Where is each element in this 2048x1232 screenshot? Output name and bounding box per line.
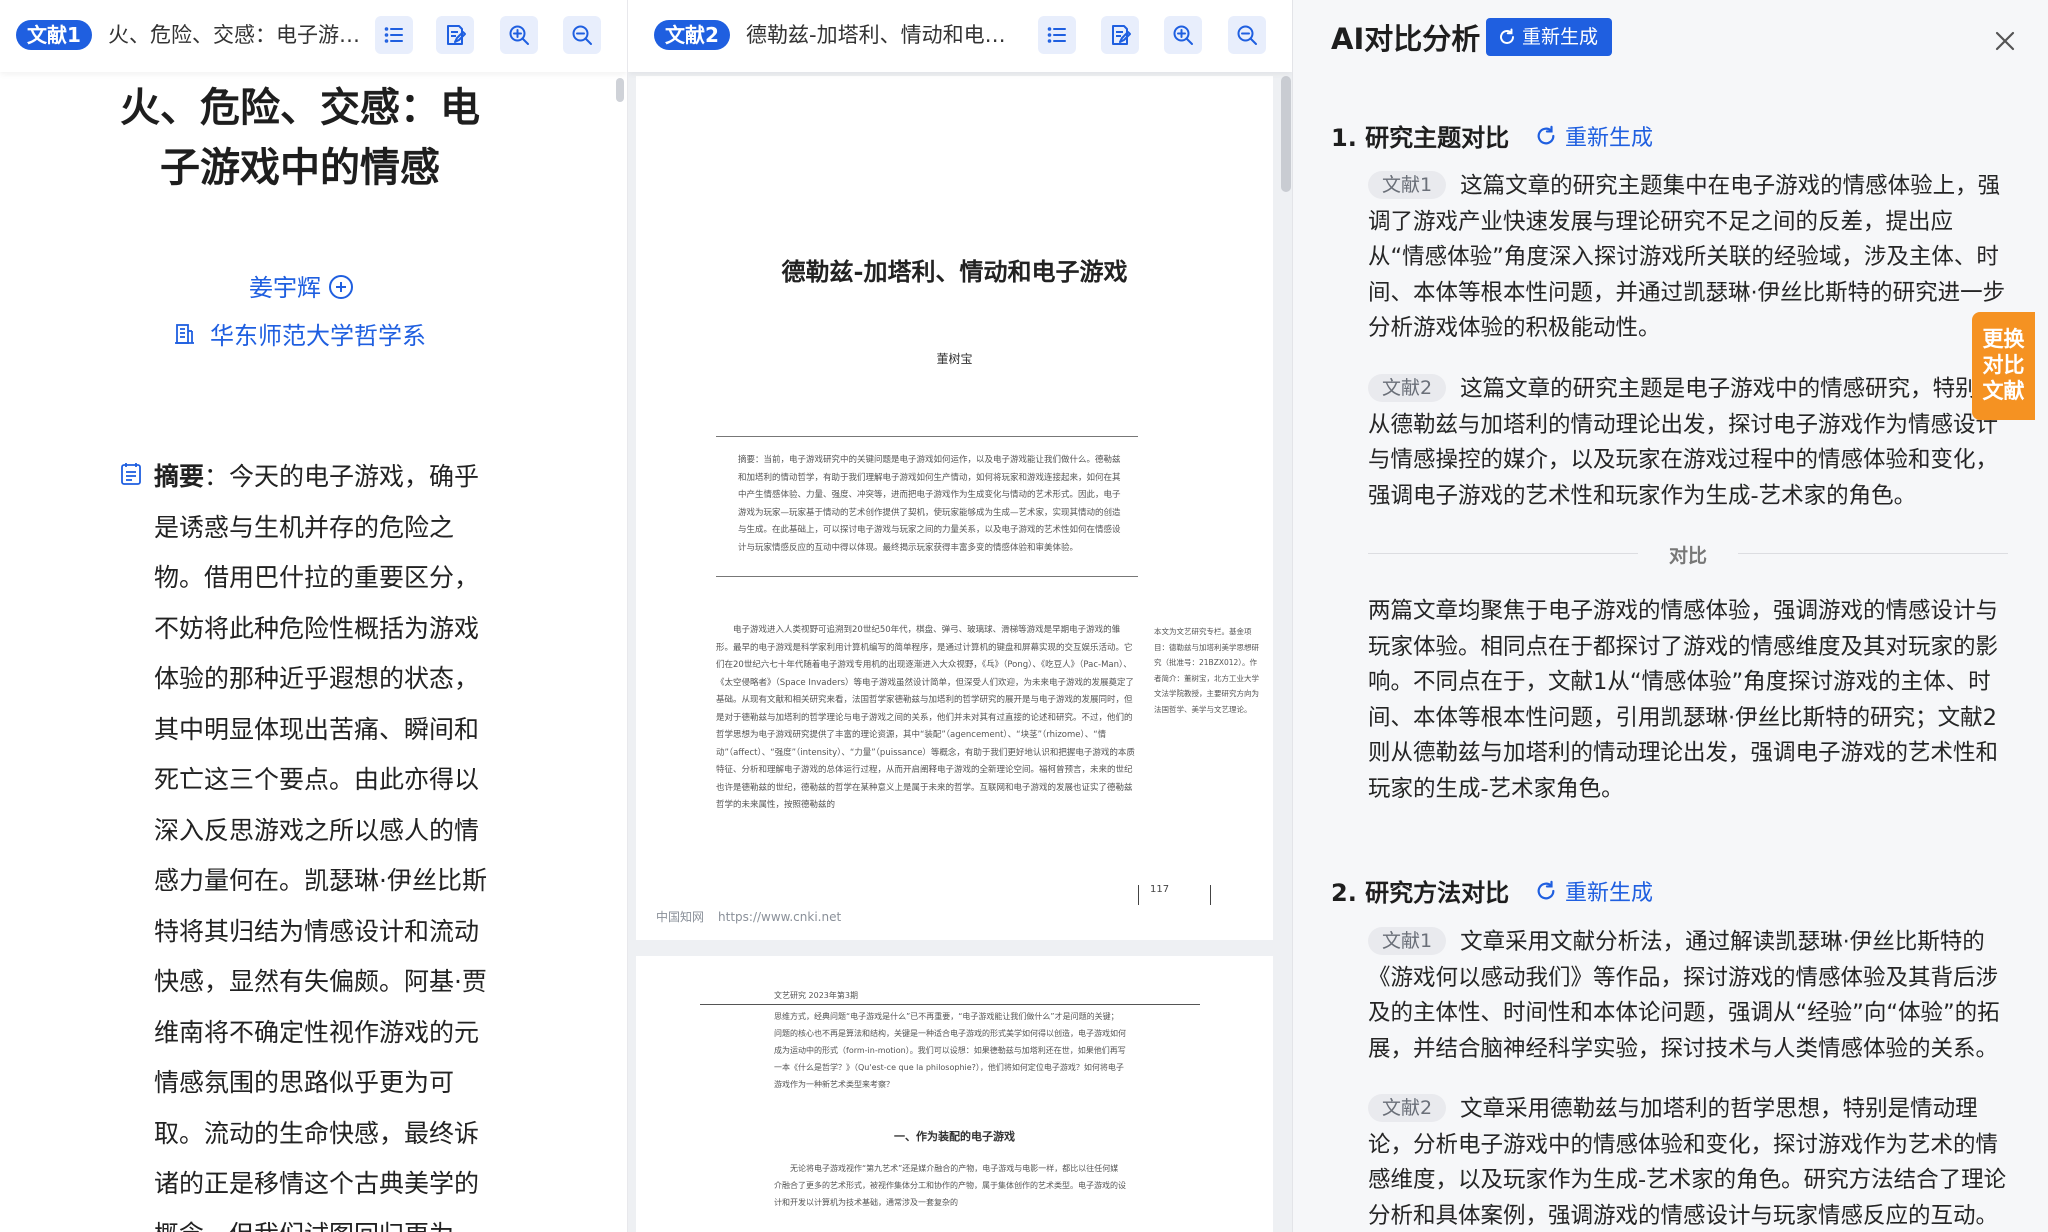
doc2-body: 电子游戏进入人类视野可追溯到20世纪50年代，棋盘、弹弓、玻璃球、滑梯等游戏是早… <box>716 625 1135 810</box>
doc1-author[interactable]: 姜宇辉 <box>249 274 321 302</box>
doc1-affiliation-line: 华东师范大学哲学系 <box>172 316 426 351</box>
doc1-abstract: 摘要：今天的电子游戏，确乎是诱惑与生机并存的危险之物。借用巴什拉的重要区分，不妨… <box>154 452 494 1232</box>
compare-label: 对比 <box>1668 545 1707 567</box>
doc2-zoom-in-button[interactable] <box>1164 16 1202 54</box>
page2-header-rule <box>700 1004 1200 1005</box>
list-icon <box>384 27 403 43</box>
ai-header: AI对比分析 重新生成 <box>1293 0 2048 76</box>
close-icon[interactable] <box>1994 30 2016 52</box>
doc2-tag: 文献2 <box>654 20 730 50</box>
doc2-chip: 文献2 <box>1368 1094 1447 1122</box>
doc1-content: 火、危险、交感：电子游戏中的情感 姜宇辉 华东师范大学哲学系 摘要：今天的电子游… <box>0 72 610 1232</box>
ai-analysis-panel: AI对比分析 重新生成 1. 研究主题对比 重新生成 文献1 这篇文章的研究主题集… <box>1293 0 2048 1232</box>
doc2-page2-section: 一、作为装配的电子游戏 <box>894 1130 1015 1143</box>
page-number-bar-left <box>1138 885 1139 905</box>
section1-doc2-text: 这篇文章的研究主题是电子游戏中的情感研究，特别是从德勒兹与加塔利的情动理论出发，… <box>1368 376 2001 509</box>
section1-heading: 1. 研究主题对比 <box>1331 124 1510 152</box>
doc2-toolbar-title: 德勒兹-加塔利、情动和电子游戏 <box>746 23 1016 47</box>
regenerate-all-button[interactable]: 重新生成 <box>1486 18 1613 56</box>
doc2-page-number: 117 <box>1150 884 1170 895</box>
note-icon <box>447 25 466 45</box>
page-number-bar-right <box>1210 885 1211 905</box>
cnki-site: 中国知网 <box>656 910 705 924</box>
doc2-page-title: 德勒兹-加塔利、情动和电子游戏 <box>781 257 1128 286</box>
section2-regenerate-button[interactable]: 重新生成 <box>1535 875 1653 907</box>
zoom-out-icon <box>572 25 592 45</box>
doc2-note-button[interactable] <box>1101 16 1139 54</box>
doc2-zoom-out-button[interactable] <box>1228 16 1266 54</box>
cnki-url[interactable]: https://www.cnki.net <box>718 910 841 924</box>
section2-doc1-para: 文献1 文章采用文献分析法，通过解读凯瑟琳·伊丝比斯特的《游戏何以感动我们》等作品… <box>1368 925 2008 1067</box>
refresh-icon <box>1500 28 1514 44</box>
section1-doc1-para: 文献1 这篇文章的研究主题集中在电子游戏的情感体验上，强调了游戏产业快速发展与理论… <box>1368 169 2008 347</box>
section1-doc2-para: 文献2 这篇文章的研究主题是电子游戏中的情感研究，特别是从德勒兹与加塔利的情动理论… <box>1368 372 2008 514</box>
doc1-author-line: 姜宇辉 <box>0 268 602 303</box>
doc2-page2-text2: 无论将电子游戏视作“第九艺术”还是媒介融合的产物，电子游戏与电影一样，都比以往任… <box>774 1164 1126 1207</box>
refresh-icon <box>1537 880 1555 900</box>
doc2-page-author: 董树宝 <box>936 352 973 366</box>
doc1-note-button[interactable] <box>436 16 474 54</box>
doc2-page-1: 德勒兹-加塔利、情动和电子游戏 董树宝 摘要：当前，电子游戏研究中的关键问题是电… <box>636 76 1273 940</box>
doc2-footer: 中国知网 https://www.cnki.net <box>656 908 855 925</box>
regenerate-all-label: 重新生成 <box>1522 26 1599 48</box>
doc2-abstract: 摘要：当前，电子游戏研究中的关键问题是电子游戏如何运作，以及电子游戏能让我们做什… <box>738 455 1121 553</box>
section2-regenerate-label: 重新生成 <box>1565 881 1654 906</box>
zoom-in-icon <box>1173 25 1193 45</box>
float-tab-line2: 对比 <box>1982 353 2025 377</box>
section2-doc1-text: 文章采用文献分析法，通过解读凯瑟琳·伊丝比斯特的《游戏何以感动我们》等作品，探讨… <box>1368 929 2000 1062</box>
doc2-page2-text: 思维方式，经典问题“电子游戏是什么”已不再重要，“电子游戏能让我们做什么”才是问… <box>774 1012 1126 1089</box>
section1-compare-text: 两篇文章均聚焦于电子游戏的情感体验，强调游戏的情感设计与玩家体验。相同点在于都探… <box>1368 598 1999 802</box>
doc2-page2-header: 文艺研究 2023年第3期 <box>774 991 858 1000</box>
doc1-title: 火、危险、交感：电子游戏中的情感 <box>120 85 480 191</box>
section2-heading: 2. 研究方法对比 <box>1331 879 1510 907</box>
doc1-toolbar-title: 火、危险、交感：电子游戏中的情感 <box>108 23 374 47</box>
section1-doc1-text: 这篇文章的研究主题集中在电子游戏的情感体验上，强调了游戏产业快速发展与理论研究不… <box>1368 173 2006 341</box>
compare-divider: 对比 <box>1368 545 2008 567</box>
zoom-in-icon <box>509 25 529 45</box>
doc2-side-note: 本文为文艺研究专栏。基金项目：德勒兹与加塔利美学思想研究（批准号：21BZX01… <box>1154 627 1259 714</box>
list-icon <box>1047 27 1066 43</box>
doc1-chip: 文献1 <box>1368 927 1447 955</box>
section1-regenerate-button[interactable]: 重新生成 <box>1535 120 1653 152</box>
doc2-scrollbar[interactable] <box>1281 76 1291 192</box>
section2-doc2-text: 文章采用德勒兹与加塔利的哲学思想，特别是情动理论，分析电子游戏中的情感体验和变化… <box>1368 1096 2007 1229</box>
refresh-icon <box>1537 125 1555 145</box>
doc2-chip: 文献2 <box>1368 374 1447 402</box>
doc2-panel: 文献2 德勒兹-加塔利、情动和电子游戏 德勒兹-加塔利、情动和电子游戏 董树宝 … <box>628 0 1293 1232</box>
doc2-outline-button[interactable] <box>1038 16 1076 54</box>
doc1-tag: 文献1 <box>16 20 92 50</box>
doc1-zoom-out-button[interactable] <box>563 16 601 54</box>
rule-top <box>716 436 1138 437</box>
doc1-scrollbar[interactable] <box>616 78 624 102</box>
doc1-chip: 文献1 <box>1368 171 1447 199</box>
section2-doc2-para: 文献2 文章采用德勒兹与加塔利的哲学思想，特别是情动理论，分析电子游戏中的情感体验… <box>1368 1092 2008 1232</box>
doc2-toolbar: 文献2 德勒兹-加塔利、情动和电子游戏 <box>628 0 1292 72</box>
building-icon <box>175 323 194 344</box>
zoom-out-icon <box>1237 25 1257 45</box>
doc1-toolbar: 文献1 火、危险、交感：电子游戏中的情感 <box>0 0 627 72</box>
ai-title: AI对比分析 <box>1331 22 1481 56</box>
doc1-panel: 文献1 火、危险、交感：电子游戏中的情感 火、危险、交感：电子游戏中的情感 姜宇… <box>0 0 628 1232</box>
doc1-outline-button[interactable] <box>375 16 413 54</box>
float-tab-line1: 更换 <box>1982 327 2025 351</box>
section1-regenerate-label: 重新生成 <box>1565 126 1654 151</box>
rule-bottom <box>716 576 1138 577</box>
abstract-icon <box>121 463 141 485</box>
float-tab-line3: 文献 <box>1982 379 2025 403</box>
plus-circle-icon[interactable] <box>329 275 353 299</box>
doc1-abstract-label: 摘要 <box>154 462 205 491</box>
doc1-abstract-text: ：今天的电子游戏，确乎是诱惑与生机并存的危险之物。借用巴什拉的重要区分，不妨将此… <box>154 462 487 1232</box>
app-root: 文献1 火、危险、交感：电子游戏中的情感 火、危险、交感：电子游戏中的情感 姜宇… <box>0 0 2048 1232</box>
change-compare-doc-button[interactable]: 更换 对比 文献 <box>1972 312 2035 420</box>
doc1-affiliation[interactable]: 华东师范大学哲学系 <box>210 316 426 351</box>
doc2-page-2: 文艺研究 2023年第3期 思维方式，经典问题“电子游戏是什么”已不再重要，“电… <box>636 956 1273 1232</box>
divider-line-right <box>1738 553 2008 554</box>
note-icon <box>1112 25 1131 45</box>
doc1-zoom-in-button[interactable] <box>500 16 538 54</box>
